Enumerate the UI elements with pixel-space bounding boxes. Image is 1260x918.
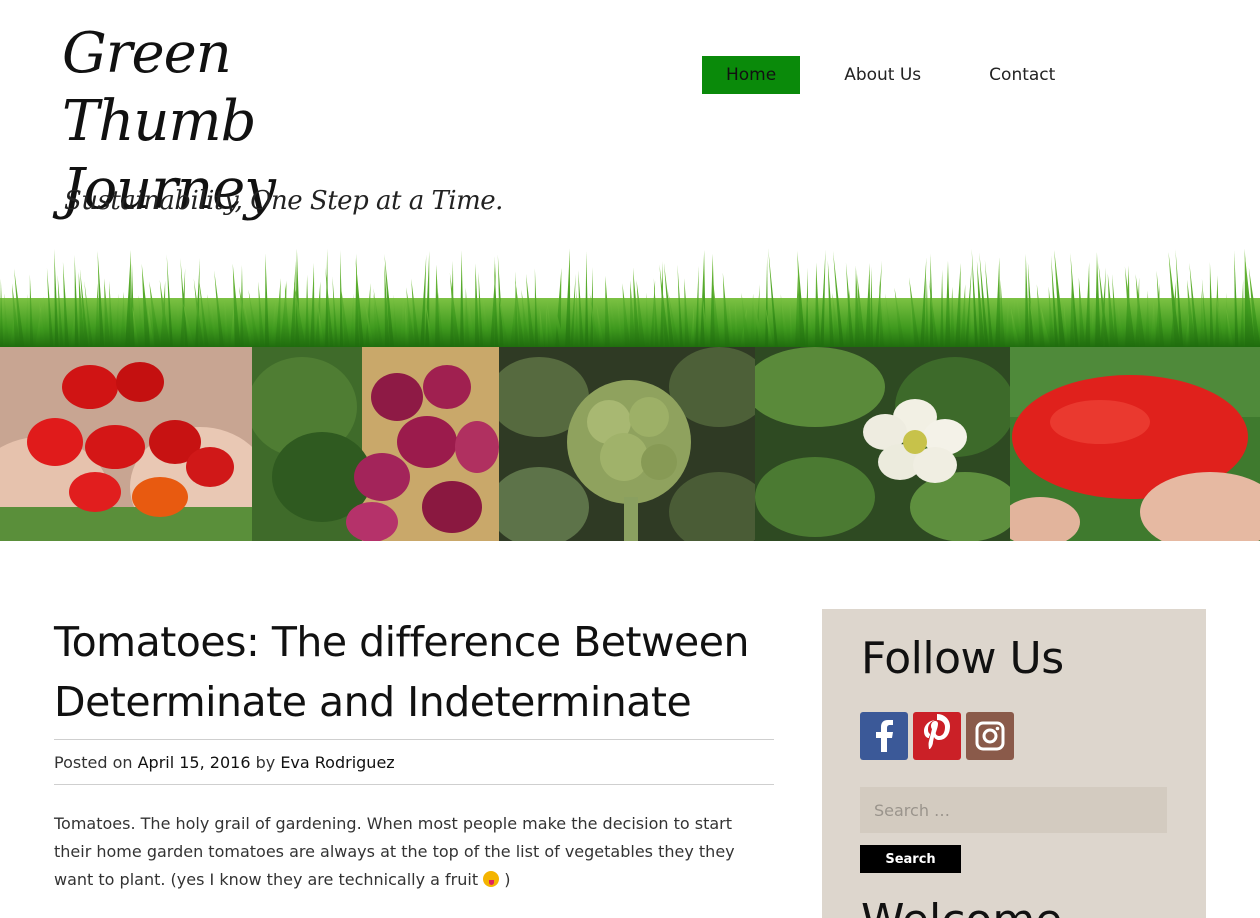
instagram-icon[interactable] <box>966 712 1014 760</box>
tongue-emoji-icon <box>483 871 500 887</box>
pinterest-icon[interactable] <box>913 712 961 760</box>
post-body-text: Tomatoes. The holy grail of gardening. W… <box>54 814 735 889</box>
main-navigation: Home About Us Contact <box>702 56 1099 94</box>
red-tomato-photo <box>1010 347 1260 541</box>
post-body-end: ) <box>504 870 511 889</box>
welcome-heading: Welcome <box>861 895 1062 918</box>
grass-banner <box>0 248 1260 348</box>
red-peppers-photo <box>0 347 252 541</box>
post-excerpt: Tomatoes. The holy grail of gardening. W… <box>54 810 774 894</box>
social-links <box>860 712 1019 760</box>
white-flower-photo <box>755 347 1010 541</box>
photo-banner <box>0 347 1260 541</box>
nav-item-home[interactable]: Home <box>702 56 801 94</box>
follow-us-heading: Follow Us <box>861 633 1064 684</box>
post-date-link[interactable]: April 15, 2016 <box>138 753 251 772</box>
broccoli-photo <box>499 347 755 541</box>
posted-on-label: Posted on <box>54 753 133 772</box>
site-tagline: Sustainability, One Step at a Time. <box>64 186 503 216</box>
nav-item-contact[interactable]: Contact <box>965 56 1079 94</box>
post-title[interactable]: Tomatoes: The difference Between Determi… <box>54 612 794 732</box>
nav-item-about-us[interactable]: About Us <box>820 56 945 94</box>
by-label: by <box>255 753 276 772</box>
kale-beets-photo <box>252 347 499 541</box>
facebook-icon[interactable] <box>860 712 908 760</box>
sidebar: Follow Us Search Welcome <box>822 609 1206 918</box>
search-button[interactable]: Search <box>860 845 961 873</box>
post-author-link[interactable]: Eva Rodriguez <box>280 753 394 772</box>
search-input[interactable] <box>860 787 1167 833</box>
post-meta: Posted on April 15, 2016 by Eva Rodrigue… <box>54 739 774 785</box>
